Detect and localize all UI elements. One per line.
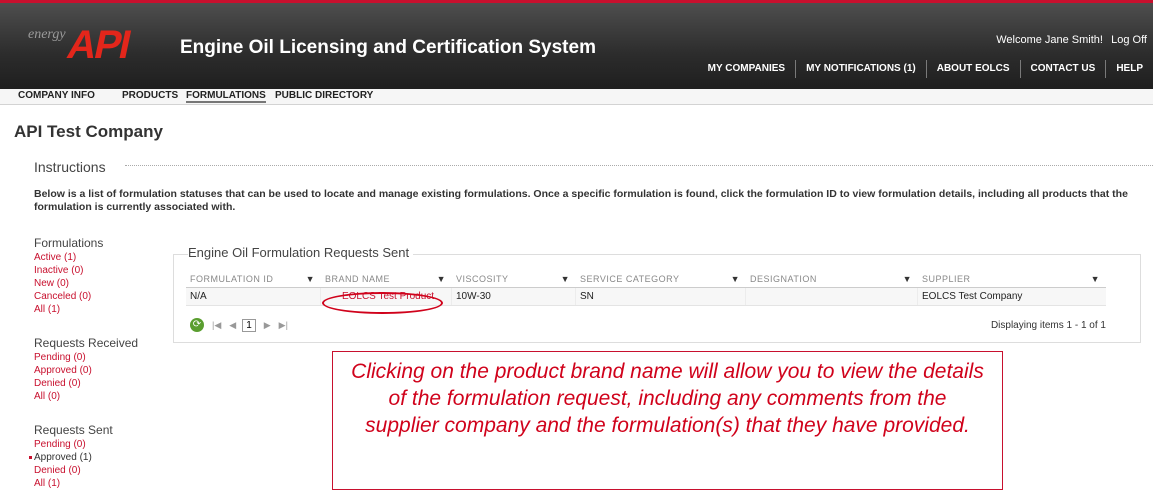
filter-icon[interactable]: ▼ [437, 272, 446, 287]
cell-viscosity: 10W-30 [452, 288, 576, 305]
cell-formulation-id: N/A [186, 288, 321, 305]
sidebar-item-active[interactable]: Active (1) [34, 251, 103, 264]
sidebar-received-title: Requests Received [34, 336, 139, 350]
cell-service-category: SN [576, 288, 746, 305]
logo-energy-text: energy [28, 27, 66, 42]
app-title: Engine Oil Licensing and Certification S… [180, 37, 596, 58]
nav-help[interactable]: HELP [1105, 60, 1153, 78]
sidebar-sent-denied[interactable]: Denied (0) [34, 464, 113, 477]
filter-icon[interactable]: ▼ [1091, 272, 1100, 287]
col-label: FORMULATION ID [190, 274, 274, 284]
cell-designation [746, 288, 918, 305]
filter-icon[interactable]: ▼ [903, 272, 912, 287]
tab-formulations[interactable]: FORMULATIONS [186, 90, 266, 103]
col-supplier[interactable]: SUPPLIER ▼ [918, 272, 1106, 287]
sidebar-received-approved[interactable]: Approved (0) [34, 364, 138, 377]
nav-my-notifications[interactable]: MY NOTIFICATIONS (1) [795, 60, 926, 78]
page-title: API Test Company [14, 122, 163, 141]
sidebar-item-inactive[interactable]: Inactive (0) [34, 264, 103, 277]
last-page-icon[interactable]: ▶| [279, 320, 288, 331]
col-label: SUPPLIER [922, 274, 971, 284]
prev-page-icon[interactable]: ◀ [229, 320, 236, 331]
nav-about-eolcs[interactable]: ABOUT EOLCS [925, 60, 1020, 78]
tab-products[interactable]: PRODUCTS [122, 90, 178, 101]
col-viscosity[interactable]: VISCOSITY ▼ [452, 272, 576, 287]
page-number[interactable]: 1 [242, 318, 256, 332]
api-logo: energy API [28, 21, 148, 71]
nav-my-companies[interactable]: MY COMPANIES [698, 60, 795, 78]
callout-note: Clicking on the product brand name will … [332, 351, 1003, 490]
sidebar-item-new[interactable]: New (0) [34, 277, 103, 290]
sidebar-sent-approved[interactable]: Approved (1) [29, 451, 113, 464]
col-service-category[interactable]: SERVICE CATEGORY ▼ [576, 272, 746, 287]
col-label: BRAND NAME [325, 274, 391, 284]
sidebar-requests-received: Requests Received Pending (0) Approved (… [34, 336, 138, 403]
tab-public-directory[interactable]: PUBLIC DIRECTORY [275, 90, 373, 101]
col-designation[interactable]: DESIGNATION ▼ [746, 272, 918, 287]
col-label: VISCOSITY [456, 274, 509, 284]
sidebar-sent-pending[interactable]: Pending (0) [34, 438, 113, 451]
filter-icon[interactable]: ▼ [561, 272, 570, 287]
col-brand-name[interactable]: BRAND NAME ▼ [321, 272, 452, 287]
nav-contact-us[interactable]: CONTACT US [1019, 60, 1106, 78]
instructions-title: Instructions [34, 159, 106, 175]
app-header: energy API Engine Oil Licensing and Cert… [0, 3, 1153, 89]
col-formulation-id[interactable]: FORMULATION ID ▼ [186, 272, 321, 287]
logo-api-text: API [63, 23, 134, 67]
first-page-icon[interactable]: |◀ [212, 320, 221, 331]
filter-icon[interactable]: ▼ [306, 272, 315, 287]
welcome-text: Welcome Jane Smith! [996, 34, 1103, 46]
col-label: DESIGNATION [750, 274, 817, 284]
sidebar-formulations: Formulations Active (1) Inactive (0) New… [34, 236, 103, 316]
sidebar-sent-title: Requests Sent [34, 423, 113, 437]
sidebar-item-canceled[interactable]: Canceled (0) [34, 290, 103, 303]
cell-supplier: EOLCS Test Company [922, 291, 1023, 302]
filter-icon[interactable]: ▼ [731, 272, 740, 287]
tab-company-info[interactable]: COMPANY INFO [18, 90, 95, 101]
grid-header: FORMULATION ID ▼ BRAND NAME ▼ VISCOSITY ▼ S… [186, 272, 1106, 288]
sidebar-formulations-title: Formulations [34, 236, 104, 250]
sub-nav: COMPANY INFO PRODUCTS FORMULATIONS PUBLI… [0, 89, 1153, 105]
sidebar-received-all[interactable]: All (0) [34, 390, 138, 403]
top-nav: MY COMPANIES MY NOTIFICATIONS (1) ABOUT … [698, 60, 1153, 78]
grid-title: Engine Oil Formulation Requests Sent [188, 245, 414, 260]
sidebar-sent-all[interactable]: All (1) [34, 477, 113, 490]
pager-status: Displaying items 1 - 1 of 1 [990, 319, 1106, 331]
highlight-oval [322, 292, 443, 314]
sidebar-received-denied[interactable]: Denied (0) [34, 377, 138, 390]
sidebar-requests-sent: Requests Sent Pending (0) Approved (1) D… [29, 423, 113, 490]
sidebar-item-all[interactable]: All (1) [34, 303, 103, 316]
instructions-text: Below is a list of formulation statuses … [34, 188, 1128, 213]
logoff-link[interactable]: Log Off [1111, 34, 1147, 46]
next-page-icon[interactable]: ▶ [264, 320, 271, 331]
grid-pager: ⟳ |◀ ◀ 1 ▶ ▶| Displaying items 1 - 1 of … [186, 316, 1106, 334]
refresh-icon[interactable]: ⟳ [190, 318, 204, 332]
sidebar-received-pending[interactable]: Pending (0) [34, 351, 138, 364]
col-label: SERVICE CATEGORY [580, 274, 680, 284]
instructions-border [125, 165, 1153, 166]
